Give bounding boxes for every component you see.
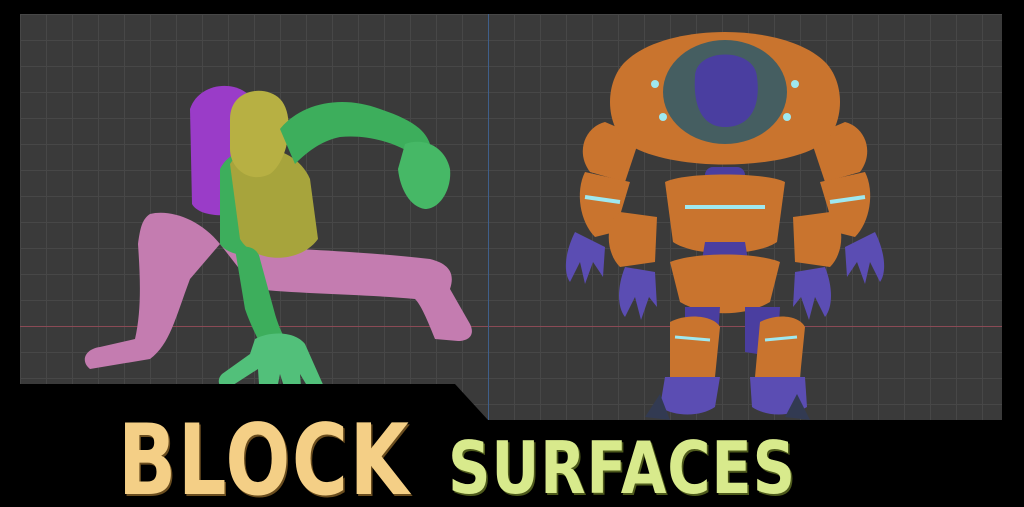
- blockout-figure: [84, 85, 472, 404]
- thumbnail-frame: BLOCK SURFACES: [0, 0, 1024, 507]
- robot-figure: [565, 32, 885, 420]
- 3d-viewport: [20, 14, 1002, 420]
- thumbnail-title: BLOCK SURFACES: [118, 390, 872, 507]
- title-word-block: BLOCK: [118, 404, 411, 507]
- title-word-surfaces: SURFACES: [448, 426, 796, 507]
